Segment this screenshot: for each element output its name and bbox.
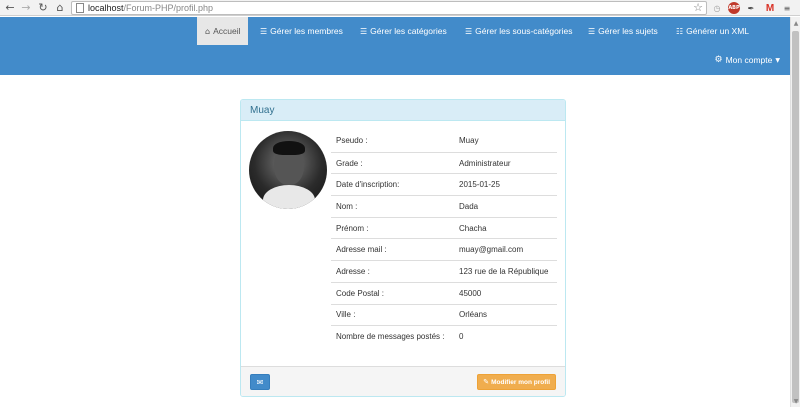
address-bar[interactable]: localhost/Forum-PHP/profil.php ☆ (71, 1, 707, 15)
nav-item-label: Accueil (213, 26, 241, 36)
menu-icon[interactable]: ≡ (781, 2, 793, 14)
edit-profile-label: Modifier mon profil (491, 378, 550, 386)
field-label: Prénom : (336, 223, 369, 233)
field-label: Pseudo : (336, 136, 368, 146)
list-icon: ☰ (465, 26, 473, 36)
gmail-icon[interactable]: M (764, 2, 776, 14)
nav-item-label: Gérer les sujets (598, 26, 658, 36)
nav-item-sous-categories[interactable]: ☰ Gérer les sous-catégories (465, 17, 573, 45)
field-value: Dada (459, 201, 479, 211)
account-label: Mon compte (725, 55, 773, 65)
scroll-thumb[interactable] (792, 31, 799, 403)
list-icon: ☰ (260, 26, 268, 36)
avatar (249, 131, 327, 209)
nav-item-label: Gérer les catégories (370, 26, 447, 36)
field-label: Adresse mail : (336, 245, 387, 255)
xml-icon: ☷ (676, 26, 684, 36)
field-label: Date d'inscription: (336, 180, 400, 190)
list-icon: ☰ (588, 26, 596, 36)
field-label: Ville : (336, 310, 356, 320)
field-value: Chacha (459, 223, 487, 233)
panel-footer: ✉ ✎ Modifier mon profil (241, 366, 565, 396)
profile-panel: Muay Pseudo : Muay Grade : Administrateur Da… (240, 99, 566, 397)
account-dropdown[interactable]: ⚙ Mon compte ▼ (715, 55, 780, 65)
field-value: Administrateur (459, 158, 511, 168)
profile-row: Nombre de messages postés : 0 (331, 325, 557, 347)
field-label: Grade : (336, 158, 363, 168)
bookmark-star-icon[interactable]: ☆ (693, 1, 703, 14)
nav-item-membres[interactable]: ☰ Gérer les membres (260, 17, 343, 45)
profile-row: Code Postal : 45000 (331, 281, 557, 304)
gear-icon: ⚙ (714, 55, 723, 65)
nav-item-categories[interactable]: ☰ Gérer les catégories (360, 17, 447, 45)
url-path: /Forum-PHP/profil.php (123, 3, 214, 13)
field-value: 123 rue de la République (459, 266, 549, 276)
nav-item-label: Gérer les sous-catégories (475, 26, 573, 36)
profile-row: Adresse : 123 rue de la République (331, 260, 557, 282)
nav-item-label: Générer un XML (686, 26, 750, 36)
home-icon: ⌂ (205, 26, 211, 36)
scroll-up-icon[interactable]: ▲ (791, 19, 800, 27)
field-label: Nombre de messages postés : (336, 332, 445, 342)
field-value: Orléans (459, 310, 488, 320)
profile-row: Ville : Orléans (331, 303, 557, 326)
profile-row: Pseudo : Muay (331, 130, 557, 152)
field-value: Muay (459, 136, 479, 146)
clock-icon[interactable]: ◷ (711, 2, 723, 14)
adblock-icon[interactable]: ABP (728, 2, 740, 14)
scroll-down-icon[interactable]: ▼ (791, 397, 800, 405)
field-value: 0 (459, 332, 464, 342)
forward-icon[interactable]: → (18, 0, 34, 16)
field-value: muay@gmail.com (459, 245, 524, 255)
edit-profile-button[interactable]: ✎ Modifier mon profil (477, 374, 556, 390)
panel-title: Muay (241, 100, 565, 121)
browser-toolbar: ← → ↻ ⌂ localhost/Forum-PHP/profil.php ☆… (0, 0, 800, 16)
profile-row: Adresse mail : muay@gmail.com (331, 238, 557, 260)
home-icon[interactable]: ⌂ (52, 0, 68, 16)
field-label: Code Postal : (336, 288, 385, 298)
list-icon: ☰ (360, 26, 368, 36)
field-label: Nom : (336, 201, 358, 211)
main-navbar: ⌂ Accueil ☰ Gérer les membres ☰ Gérer le… (0, 17, 790, 75)
nav-item-label: Gérer les membres (270, 26, 343, 36)
profile-info-table: Pseudo : Muay Grade : Administrateur Date d'… (331, 130, 557, 347)
profile-row: Grade : Administrateur (331, 151, 557, 174)
send-mail-button[interactable]: ✉ (250, 374, 270, 390)
envelope-icon: ✉ (256, 377, 264, 387)
field-value: 2015-01-25 (459, 180, 500, 190)
nav-item-xml[interactable]: ☷ Générer un XML (676, 17, 749, 45)
field-label: Adresse : (336, 266, 370, 276)
profile-row: Date d'inscription: 2015-01-25 (331, 173, 557, 195)
page-icon (76, 3, 84, 13)
edit-icon: ✎ (483, 378, 490, 386)
profile-row: Nom : Dada (331, 195, 557, 217)
caret-down-icon: ▼ (775, 56, 780, 64)
profile-row: Prénom : Chacha (331, 216, 557, 239)
reload-icon[interactable]: ↻ (35, 0, 51, 16)
eyedropper-icon[interactable]: ✒ (745, 2, 757, 14)
url-host: localhost (88, 3, 124, 13)
nav-item-accueil[interactable]: ⌂ Accueil (197, 17, 249, 45)
nav-item-sujets[interactable]: ☰ Gérer les sujets (588, 17, 658, 45)
field-value: 45000 (459, 288, 482, 298)
back-icon[interactable]: ← (2, 0, 18, 16)
page-scrollbar[interactable]: ▲ ▼ (790, 17, 800, 407)
